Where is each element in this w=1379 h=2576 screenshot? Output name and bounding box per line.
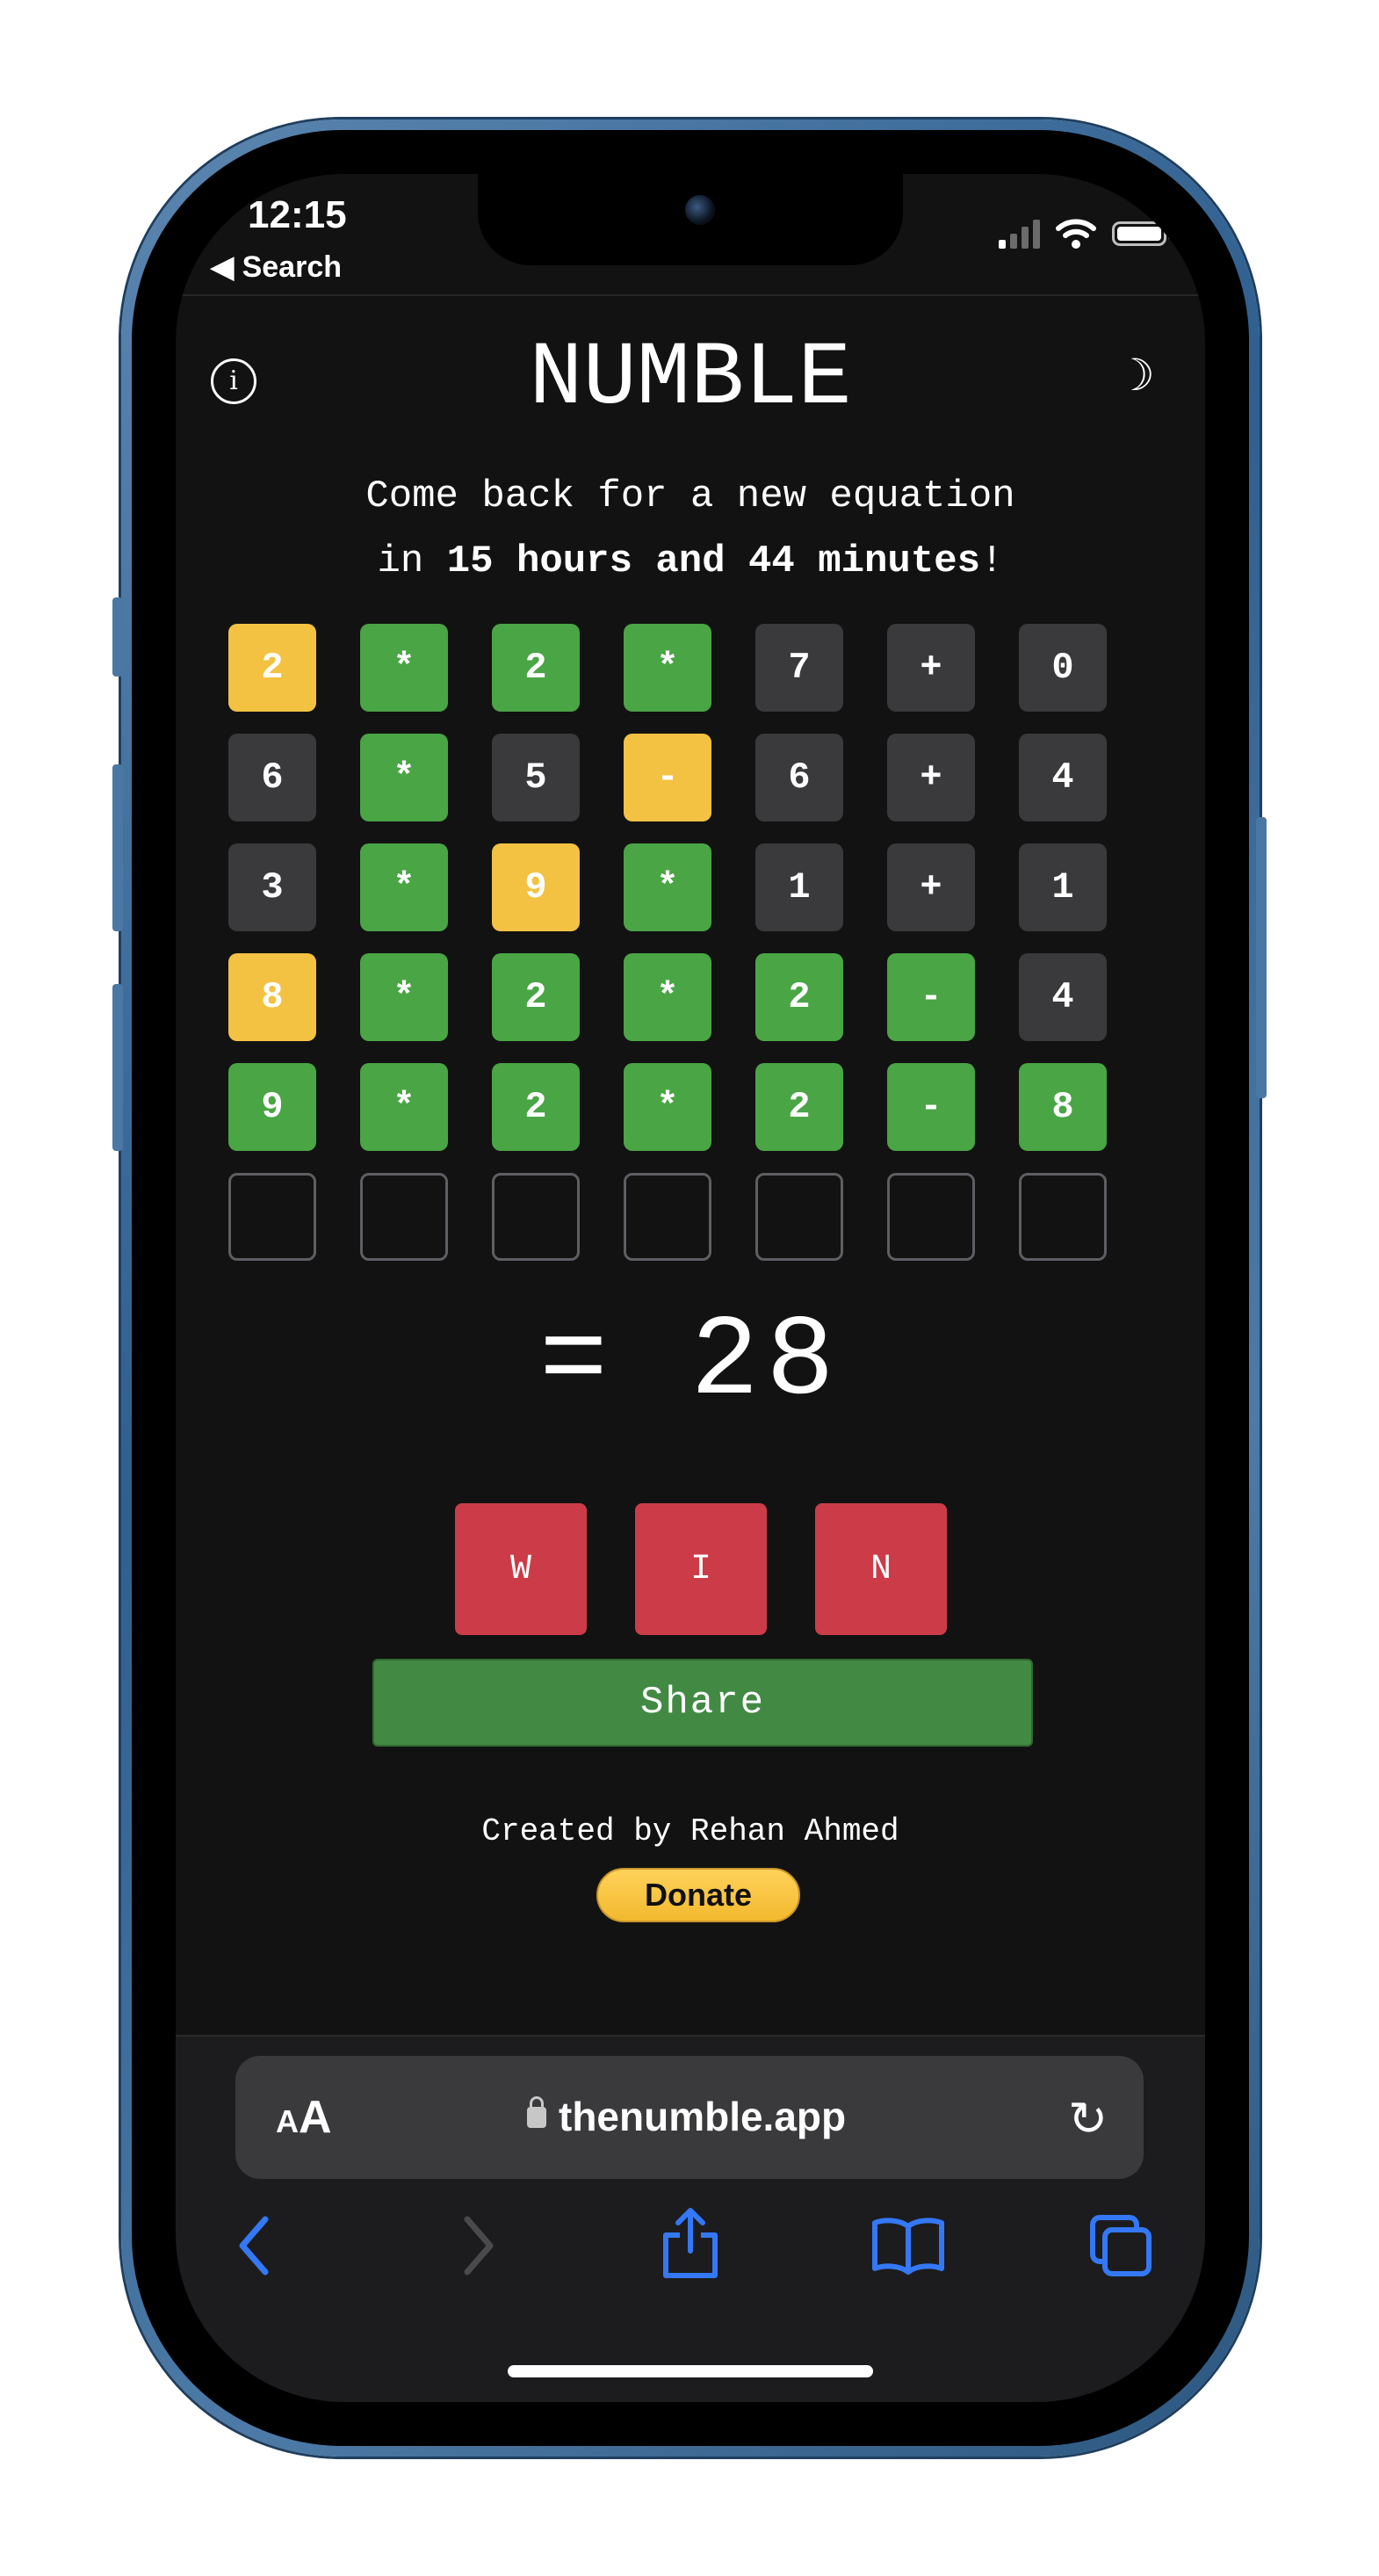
battery-icon [1112,221,1172,246]
grid-tile: + [887,843,975,931]
grid-tile: 9 [228,1063,316,1151]
target-value: = 28 [538,1299,842,1428]
wifi-icon [1056,219,1096,249]
countdown-line-1: Come back for a new equation [365,474,1015,518]
result-tile: I [635,1503,767,1635]
countdown-line-2: in 15 hours and 44 minutes! [176,529,1205,594]
grid-tile: 8 [1019,1063,1107,1151]
grid-tile: 5 [492,734,580,821]
empty-tile [228,1173,316,1261]
empty-tile [492,1173,580,1261]
grid-tile: 3 [228,843,316,931]
countdown-message: Come back for a new equation in 15 hours… [176,464,1205,594]
url-text[interactable]: thenumble.app [559,2093,846,2140]
back-arrow-icon[interactable] [230,2212,283,2279]
home-indicator[interactable] [508,2365,873,2377]
grid-tile: 9 [492,843,580,931]
grid-tile: * [360,1063,448,1151]
volume-up-button [112,764,123,931]
grid-tile: * [360,734,448,821]
donate-button[interactable]: Donate [596,1868,800,1922]
grid-tile: * [624,843,711,931]
page-title: NUMBLE [529,328,852,430]
forward-arrow-icon[interactable] [450,2212,502,2279]
grid-tile: 2 [492,624,580,712]
grid-tile: 2 [492,1063,580,1151]
empty-tile [887,1173,975,1261]
grid-tile: 6 [755,734,843,821]
grid-tile: 2 [492,953,580,1041]
result-tile: N [815,1503,947,1635]
status-time: 12:15 [248,193,347,236]
empty-tile [755,1173,843,1261]
screen: 12:15 ◀ Search i NUMBLE ☽ Come back for … [176,174,1205,2402]
grid-tile: * [360,953,448,1041]
empty-tile [1019,1173,1107,1261]
moon-icon[interactable]: ☽ [1115,350,1155,401]
countdown-time: 15 hours and 44 minutes [446,539,981,583]
grid-tile: * [624,1063,711,1151]
credit-text: Created by Rehan Ahmed [481,1813,899,1849]
grid-tile: + [887,624,975,712]
result-tile: W [455,1503,587,1635]
grid-tile: * [624,624,711,712]
tabs-icon[interactable] [1086,2211,1156,2281]
grid-tile: * [624,953,711,1041]
grid-tile: 8 [228,953,316,1041]
front-camera [685,195,715,225]
grid-tile: 2 [755,953,843,1041]
text-size-button[interactable]: AA [276,2091,332,2144]
grid-tile: 1 [755,843,843,931]
cellular-signal-icon [999,219,1040,249]
grid-tile: - [624,734,711,821]
grid-tile: + [887,734,975,821]
share-sheet-icon[interactable] [657,2205,724,2281]
grid-tile: * [360,624,448,712]
grid-tile: * [360,843,448,931]
mute-switch [112,597,123,677]
grid-tile: 4 [1019,953,1107,1041]
status-indicators [999,218,1172,250]
lock-icon [527,2096,546,2128]
grid-tile: 2 [755,1063,843,1151]
address-bar[interactable]: AA thenumble.app ↻ [235,2056,1144,2179]
back-to-search-link[interactable]: ◀ Search [211,250,342,285]
grid-tile: 4 [1019,734,1107,821]
reload-icon[interactable]: ↻ [1068,2091,1108,2146]
volume-down-button [112,984,123,1151]
grid-tile: 6 [228,734,316,821]
grid-tile: - [887,1063,975,1151]
empty-tile [624,1173,711,1261]
grid-tile: - [887,953,975,1041]
grid-tile: 2 [228,624,316,712]
share-button[interactable]: Share [372,1659,1033,1747]
countdown-prefix: in [377,539,447,583]
grid-tile: 7 [755,624,843,712]
grid-tile: 0 [1019,624,1107,712]
empty-tile [360,1173,448,1261]
bookmarks-icon[interactable] [870,2214,947,2276]
status-divider [176,294,1205,296]
countdown-suffix: ! [980,539,1004,583]
power-button [1256,817,1267,1098]
grid-tile: 1 [1019,843,1107,931]
